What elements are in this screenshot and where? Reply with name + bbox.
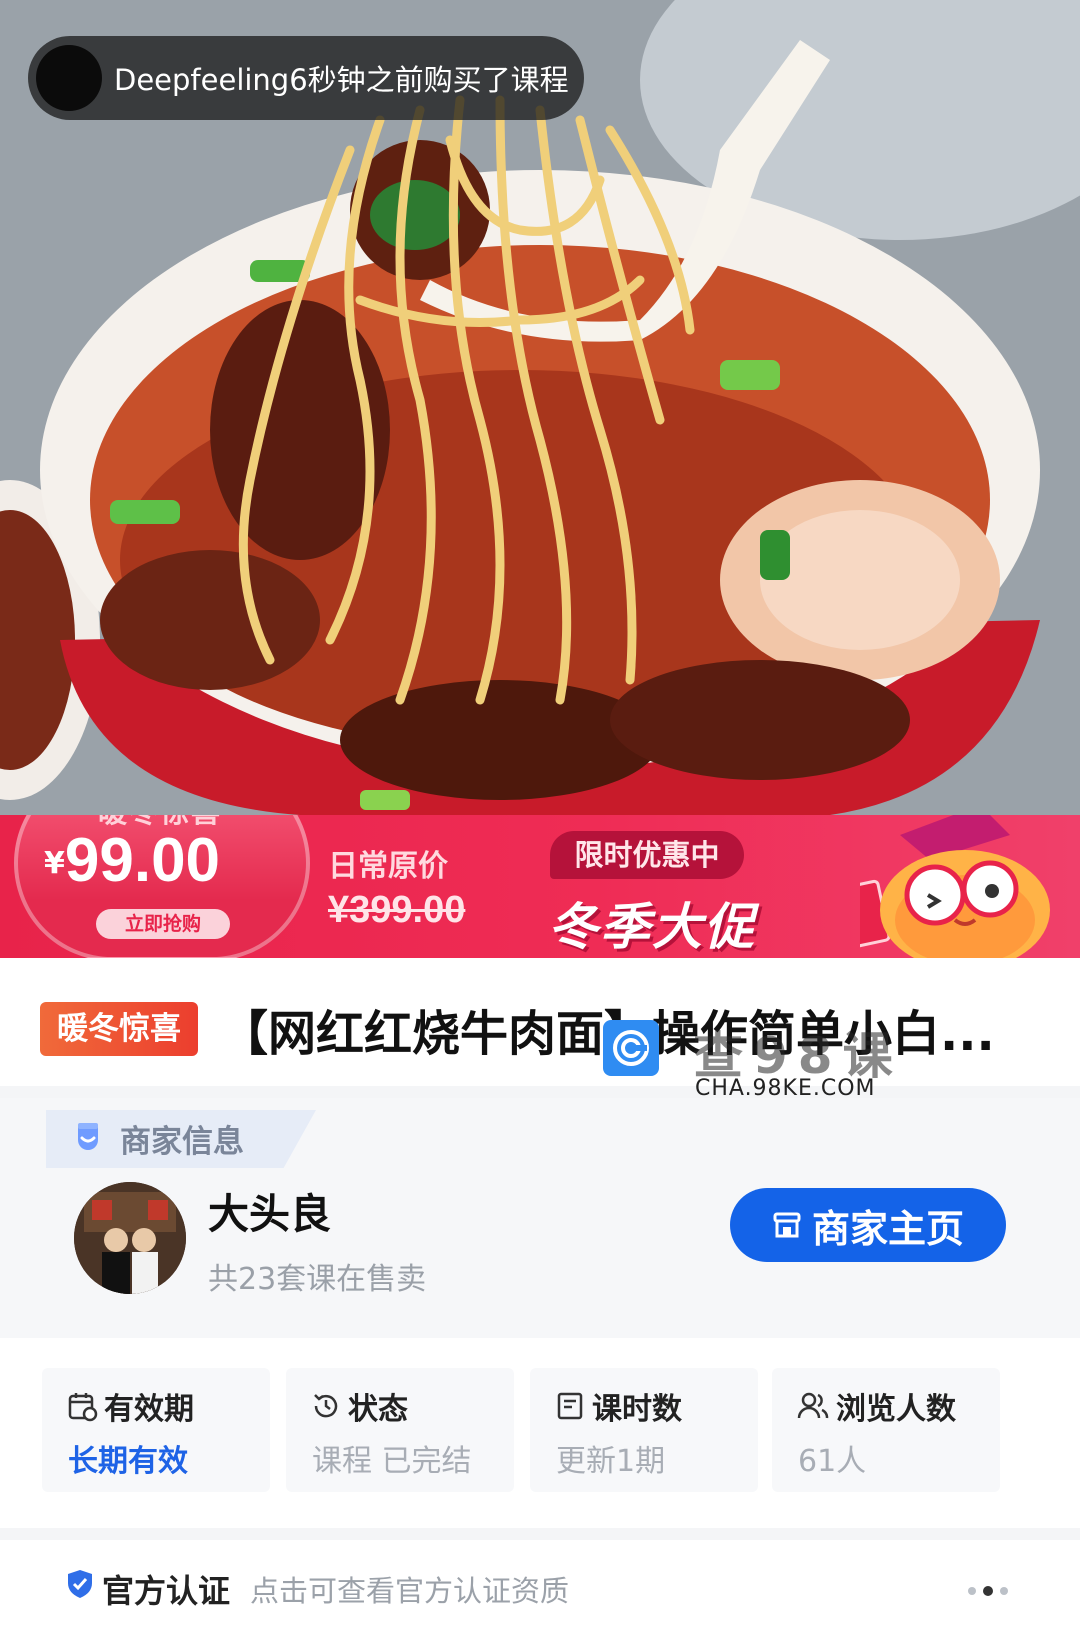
stat-status: 状态 课程 已完结: [286, 1368, 514, 1492]
store-info-icon: [78, 1123, 98, 1150]
stat-value: 长期有效: [68, 1444, 188, 1479]
buy-now-button[interactable]: 立即抢购: [96, 909, 230, 939]
merchant-section-label: 商家信息: [120, 1124, 244, 1160]
mascot-icon: [860, 815, 1050, 958]
merchant-name[interactable]: 大头良: [208, 1180, 331, 1240]
noodle-illustration: [0, 0, 1080, 815]
stat-validity: 有效期 长期有效: [42, 1368, 270, 1492]
stat-views: 浏览人数 61人: [772, 1368, 1000, 1492]
course-detail-page: Deepfeeling6秒钟之前购买了课程 暖冬惊喜 ¥99.00 立即抢购 日…: [0, 0, 1080, 1648]
more-icon[interactable]: [968, 1586, 1008, 1596]
recent-purchase-toast: Deepfeeling6秒钟之前购买了课程: [28, 36, 584, 120]
original-price: ¥399.00: [328, 889, 466, 931]
users-icon: [797, 1392, 829, 1419]
stat-value: 课程 已完结: [312, 1444, 472, 1479]
shield-check-icon: [68, 1570, 92, 1598]
merchant-course-count: 共23套课在售卖: [208, 1262, 427, 1297]
recent-purchase-text: Deepfeeling6秒钟之前购买了课程: [114, 63, 569, 97]
course-title-row: 暖冬惊喜 【网红红烧牛肉面】操作简单小白...: [0, 958, 1080, 1086]
stat-label: 课时数: [592, 1392, 682, 1427]
promo-banner[interactable]: 暖冬惊喜 ¥99.00 立即抢购 日常原价 ¥399.00 限时优惠中 冬季大促: [0, 815, 1080, 958]
stat-lessons: 课时数 更新1期: [530, 1368, 758, 1492]
currency-symbol: ¥: [44, 846, 65, 881]
price-bubble: 暖冬惊喜 ¥99.00 立即抢购: [14, 815, 310, 958]
clock-icon: [314, 1394, 338, 1418]
merchant-home-button[interactable]: 商家主页: [730, 1188, 1006, 1262]
winter-sale-text: 冬季大促: [548, 898, 756, 956]
stat-label: 有效期: [104, 1392, 194, 1427]
official-certification-row[interactable]: 官方认证 点击可查看官方认证资质: [0, 1540, 1080, 1648]
certification-description: 点击可查看官方认证资质: [250, 1574, 570, 1608]
merchant-home-label: 商家主页: [811, 1206, 964, 1251]
buyer-avatar: [36, 45, 102, 111]
original-price-label: 日常原价: [328, 849, 448, 884]
stat-value: 更新1期: [556, 1444, 666, 1479]
document-icon: [557, 1392, 583, 1420]
course-stats: 有效期 长期有效 状态 课程 已完结 课时数 更新1期 浏览人数 61人: [0, 1338, 1080, 1528]
sale-price: ¥99.00: [44, 825, 220, 896]
stat-label: 状态: [348, 1392, 408, 1427]
stat-label: 浏览人数: [836, 1392, 956, 1427]
certification-title: 官方认证: [102, 1572, 231, 1610]
course-title: 【网红红烧牛肉面】操作简单小白...: [220, 1006, 995, 1062]
merchant-section: 商家信息 大头良 共23套课在售卖 商家主页: [0, 1098, 1080, 1338]
promo-badge: 暖冬惊喜: [40, 1002, 198, 1056]
stat-value: 61人: [798, 1444, 867, 1479]
merchant-avatar[interactable]: [74, 1182, 186, 1294]
limited-offer-badge: 限时优惠中: [550, 831, 744, 879]
storefront-icon: [773, 1212, 801, 1238]
hero-image: Deepfeeling6秒钟之前购买了课程: [0, 0, 1080, 815]
sale-price-value: 99.00: [64, 826, 221, 895]
calendar-icon: [68, 1393, 98, 1422]
